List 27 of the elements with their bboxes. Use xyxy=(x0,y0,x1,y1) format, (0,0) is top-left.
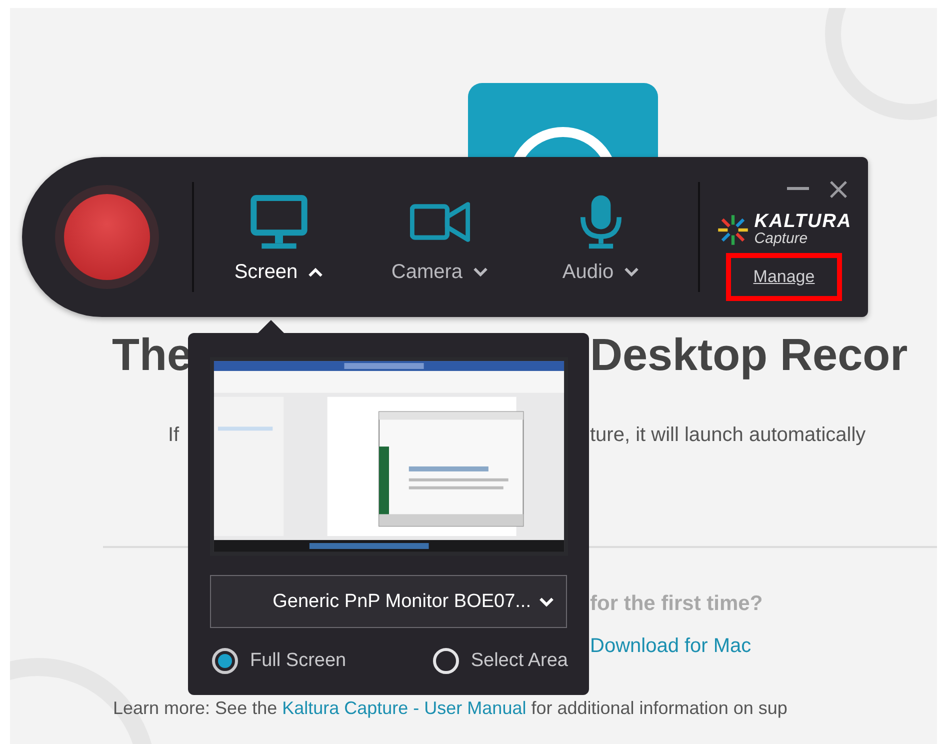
monitor-icon xyxy=(248,194,308,250)
close-button[interactable] xyxy=(829,179,848,199)
prompt-text: for the first time? xyxy=(590,591,764,617)
logo-text: KALTURA xyxy=(754,213,852,230)
minimize-icon xyxy=(787,187,809,191)
intro-text: If xyxy=(167,423,180,448)
source-button[interactable]: Audio xyxy=(520,190,681,284)
radio-button[interactable] xyxy=(212,648,238,674)
radio-button[interactable] xyxy=(432,648,459,674)
radio-option[interactable]: Select Area xyxy=(432,648,568,674)
heading-text: Desktop Recor xyxy=(590,328,909,382)
source-button[interactable]: Camera xyxy=(359,190,520,284)
logo-subtitle: Capture xyxy=(754,230,809,247)
close-icon xyxy=(829,180,848,198)
chevron-down-icon xyxy=(539,596,554,606)
radio-option[interactable]: Full Screen xyxy=(212,648,346,674)
heading-text: The xyxy=(112,328,194,382)
sparkle-logo-icon xyxy=(716,213,750,247)
caret-down-icon xyxy=(624,267,639,277)
source-button[interactable]: Screen xyxy=(198,190,359,284)
manage-link[interactable]: Manage xyxy=(753,267,815,286)
caret-down-icon xyxy=(472,267,488,277)
learn-more-text: Learn more: See the Kaltura Capture - User Manual for additional information on sup xyxy=(113,697,788,720)
monitor-dropdown[interactable]: Generic PnP Monitor BOE07... xyxy=(210,575,567,628)
video-camera-icon xyxy=(410,200,470,244)
caret-up-icon xyxy=(308,267,323,277)
intro-text: ture, it will launch automatically xyxy=(590,423,867,448)
